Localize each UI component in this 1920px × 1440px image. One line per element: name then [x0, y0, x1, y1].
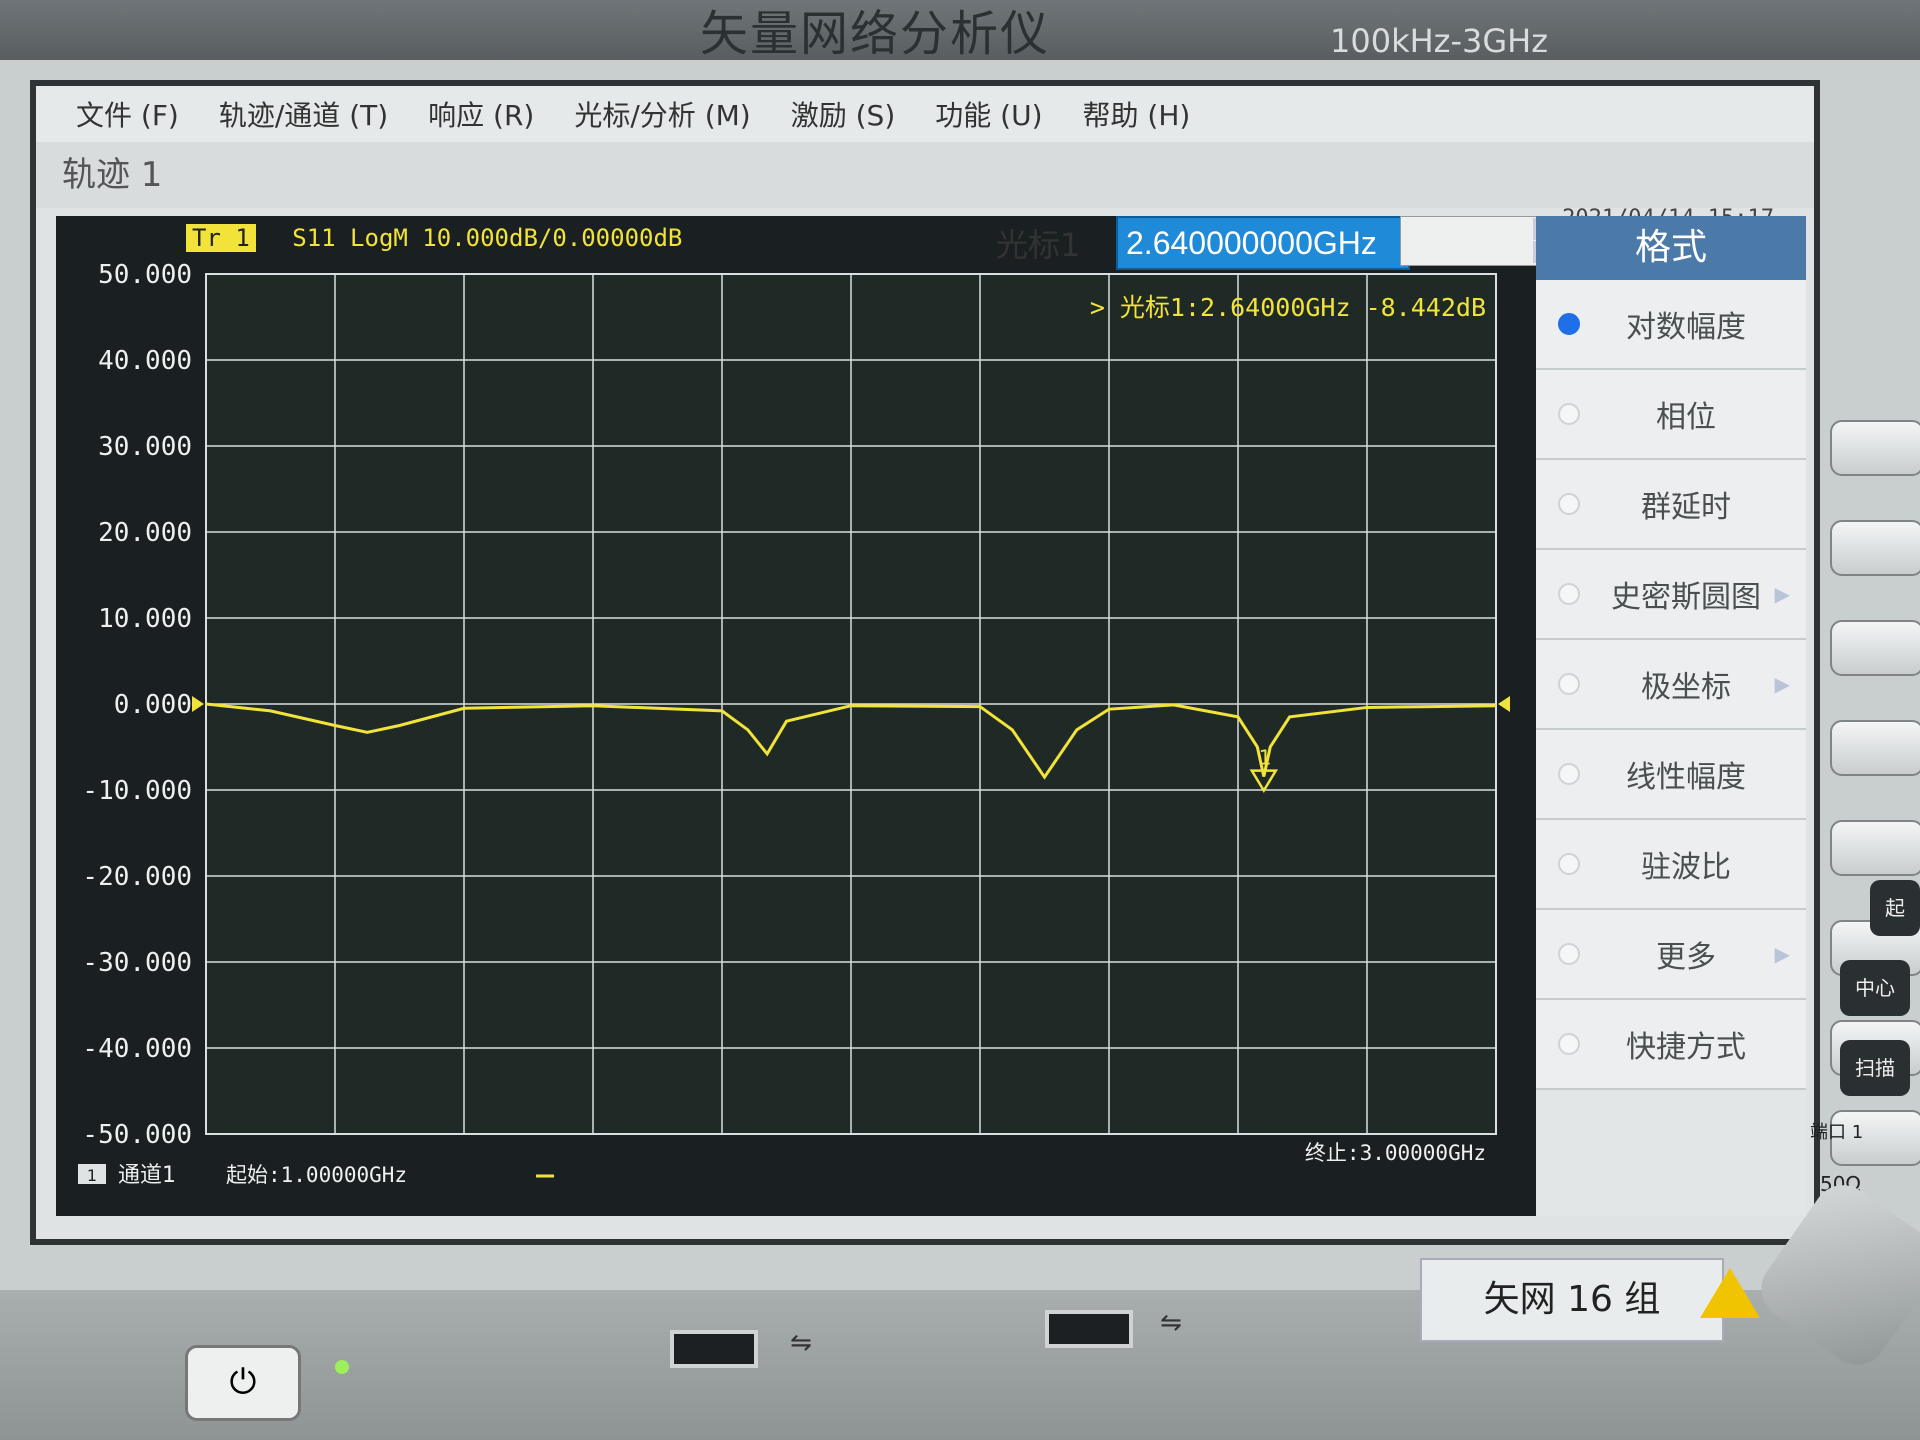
radio-icon [1558, 673, 1580, 695]
usb-icon: ⇋ [790, 1328, 812, 1358]
y-tick-label: -10.000 [82, 776, 192, 806]
hardware-softkey-button[interactable] [1830, 820, 1920, 876]
usb-port[interactable] [1045, 1310, 1133, 1348]
power-icon: ⏻ [229, 1362, 257, 1402]
channel-tag: 1 [87, 1166, 97, 1185]
softkey-0[interactable]: 对数幅度 [1536, 280, 1806, 370]
y-tick-label: -40.000 [82, 1034, 192, 1064]
marker-readout: > 光标1:2.64000GHz -8.442dB [1090, 293, 1486, 322]
group-label-plate: 矢网 16 组 [1420, 1258, 1724, 1342]
hardware-softkey-button[interactable] [1830, 520, 1920, 576]
stop-frequency-label: 终止:3.00000GHz [1305, 1141, 1486, 1165]
softkey-label: 线性幅度 [1626, 760, 1746, 795]
usb-port[interactable] [670, 1330, 758, 1368]
radio-icon [1558, 943, 1580, 965]
radio-icon [1558, 763, 1580, 785]
instrument-title: 矢量网络分析仪 [700, 6, 1051, 62]
softkey-label: 快捷方式 [1626, 1030, 1746, 1065]
menu-bar: 文件 (F) 轨迹/通道 (T) 响应 (R) 光标/分析 (M) 激励 (S)… [36, 86, 1814, 143]
reference-level-left-icon [192, 696, 204, 712]
y-tick-label: 10.000 [98, 604, 192, 634]
softkey-8[interactable]: 快捷方式 [1536, 1000, 1806, 1090]
trace-header: Tr 1 S11 LogM 10.000dB/0.00000dB [186, 224, 682, 252]
marker-number-label: 1 [1259, 746, 1272, 770]
marker-input-label: 光标1 [996, 226, 1081, 264]
y-tick-label: 40.000 [98, 346, 192, 376]
submenu-arrow-icon: ▶ [1774, 672, 1790, 696]
softkey-list: 对数幅度相位群延时史密斯圆图 ▶ 极坐标 ▶ 线性幅度驻波比更多 ▶ 快捷方式 [1536, 280, 1806, 1090]
power-button[interactable]: ⏻ [185, 1345, 301, 1421]
hardware-softkey-button[interactable] [1830, 720, 1920, 776]
softkey-label: 群延时 [1641, 490, 1731, 525]
reference-level-right-icon [1498, 696, 1510, 712]
softkey-panel: 格式 对数幅度相位群延时史密斯圆图 ▶ 极坐标 ▶ 线性幅度驻波比更多 ▶ 快捷方式 [1536, 216, 1806, 1216]
submenu-arrow-icon: ▶ [1774, 582, 1790, 606]
softkey-4[interactable]: 极坐标 ▶ [1536, 640, 1806, 730]
center-hardware-button[interactable]: 中心 [1840, 960, 1910, 1016]
marker-frequency-input[interactable] [1116, 216, 1410, 270]
menu-help[interactable]: 帮助 (H) [1083, 94, 1191, 134]
channel-label: 通道1 [118, 1163, 176, 1188]
softkey-1[interactable]: 相位 [1536, 370, 1806, 460]
submenu-arrow-icon: ▶ [1774, 942, 1790, 966]
trace-description: S11 LogM 10.000dB/0.00000dB [292, 224, 683, 252]
trace-badge[interactable]: Tr 1 [186, 224, 256, 252]
usb-icon: ⇋ [1160, 1308, 1182, 1338]
y-tick-label: 30.000 [98, 432, 192, 462]
softkey-label: 相位 [1656, 400, 1716, 435]
softkey-3[interactable]: 史密斯圆图 ▶ [1536, 550, 1806, 640]
y-tick-label: -20.000 [82, 862, 192, 892]
menu-file[interactable]: 文件 (F) [76, 94, 179, 134]
start-frequency-label: 起始:1.00000GHz [226, 1163, 407, 1187]
menu-function[interactable]: 功能 (U) [935, 94, 1042, 134]
softkey-2[interactable]: 群延时 [1536, 460, 1806, 550]
softkey-label: 对数幅度 [1626, 310, 1746, 345]
hardware-softkey-button[interactable] [1830, 420, 1920, 476]
radio-icon [1558, 583, 1580, 605]
y-tick-label: 20.000 [98, 518, 192, 548]
y-tick-label: 50.000 [98, 260, 192, 290]
menu-response[interactable]: 响应 (R) [428, 94, 534, 134]
softkey-label: 驻波比 [1641, 850, 1731, 885]
chart-svg: 50.000 40.000 30.000 20.000 10.000 0.000 -10.0… [78, 260, 1510, 1188]
y-tick-label: 0.000 [114, 690, 192, 720]
plot-area: 50.000 40.000 30.000 20.000 10.000 0.000 -10.0… [56, 216, 1562, 1216]
radio-icon [1558, 853, 1580, 875]
menu-marker-analysis[interactable]: 光标/分析 (M) [574, 94, 750, 134]
hardware-softkey-button[interactable] [1830, 620, 1920, 676]
esd-warning-icon [1700, 1268, 1760, 1318]
radio-icon [1558, 493, 1580, 515]
y-tick-label: -50.000 [82, 1120, 192, 1150]
menu-stimulus[interactable]: 激励 (S) [791, 94, 896, 134]
radio-icon [1558, 403, 1580, 425]
port-label: 端口 1 [1810, 1122, 1864, 1143]
sweep-hardware-button[interactable]: 扫描 [1840, 1040, 1910, 1096]
y-tick-label: -30.000 [82, 948, 192, 978]
softkey-7[interactable]: 更多 ▶ [1536, 910, 1806, 1000]
softkey-6[interactable]: 驻波比 [1536, 820, 1806, 910]
power-led [335, 1360, 349, 1374]
softkey-title: 格式 [1536, 216, 1806, 280]
radio-icon [1558, 1033, 1580, 1055]
instrument-range: 100kHz-3GHz [1330, 22, 1549, 60]
analyzer-screen: 文件 (F) 轨迹/通道 (T) 响应 (R) 光标/分析 (M) 激励 (S)… [30, 80, 1820, 1245]
radio-icon [1558, 313, 1580, 335]
start-hardware-button[interactable]: 起 [1870, 880, 1920, 936]
trace-title-bar: 轨迹 1 [36, 142, 1814, 208]
trace-title: 轨迹 1 [62, 155, 163, 195]
softkey-5[interactable]: 线性幅度 [1536, 730, 1806, 820]
menu-trace-channel[interactable]: 轨迹/通道 (T) [219, 94, 388, 134]
